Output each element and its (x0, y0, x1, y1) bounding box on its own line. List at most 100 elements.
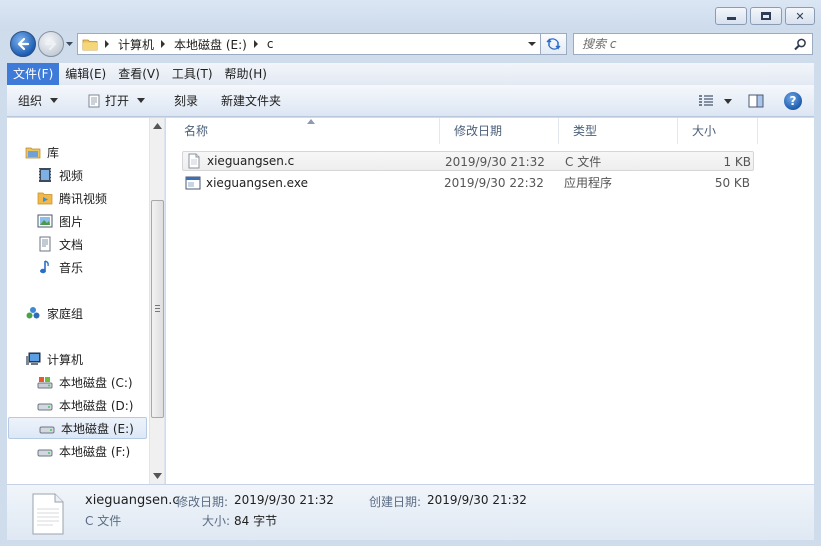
nav-item-label: 腾讯视频 (59, 191, 108, 206)
breadcrumb-chevron-right-icon[interactable] (104, 40, 110, 48)
hard-drive-icon (39, 426, 55, 434)
preview-pane-icon[interactable] (748, 94, 764, 108)
chevron-down-icon (50, 98, 59, 103)
open-label: 打开 (105, 94, 130, 108)
command-bar: 组织 打开 刻录 新建文件夹 ? (7, 85, 814, 117)
scroll-up-arrow-icon[interactable] (153, 123, 162, 129)
nav-computer[interactable]: 计算机 (7, 348, 148, 370)
breadcrumb-folder-c[interactable]: c (267, 37, 274, 51)
nav-item-music[interactable]: 音乐 (7, 256, 148, 278)
nav-drive-label: 本地磁盘 (E:) (61, 421, 134, 436)
nav-homegroup[interactable]: 家庭组 (7, 302, 148, 324)
menu-bar: 文件(F) 编辑(E) 查看(V) 工具(T) 帮助(H) (7, 63, 814, 85)
file-size: 1 KB (723, 155, 751, 169)
search-box[interactable] (573, 33, 813, 55)
burn-button[interactable]: 刻录 (154, 85, 207, 117)
nav-libraries[interactable]: 库 (7, 141, 148, 163)
title-bar: ✕ (0, 0, 821, 30)
address-history-chevron-down-icon[interactable] (528, 40, 536, 48)
computer-icon (26, 352, 41, 365)
file-modified: 2019/9/30 22:32 (444, 176, 544, 190)
scrollbar-thumb[interactable] (151, 200, 164, 418)
change-view-icon[interactable] (698, 95, 714, 107)
file-list: 名称 修改日期 类型 大小 xieguangsen.c 2019/9/30 21… (166, 118, 814, 484)
details-pane: xieguangsen.c C 文件 修改日期: 2019/9/30 21:32… (7, 484, 814, 540)
c-file-icon (188, 153, 200, 169)
details-filename: xieguangsen.c (85, 493, 180, 508)
organize-button[interactable]: 组织 (7, 85, 67, 117)
nav-item-videos[interactable]: 视频 (7, 164, 148, 186)
file-name: xieguangsen.c (207, 154, 295, 168)
hard-drive-icon (37, 403, 53, 411)
file-name: xieguangsen.exe (206, 176, 308, 190)
file-row[interactable]: xieguangsen.exe 2019/9/30 22:32 应用程序 50 … (182, 173, 754, 193)
organize-label: 组织 (18, 94, 43, 108)
breadcrumb-chevron-right-icon[interactable] (160, 40, 166, 48)
help-icon[interactable]: ? (784, 92, 802, 110)
breadcrumb-chevron-right-icon[interactable] (253, 40, 259, 48)
pictures-icon (37, 214, 53, 228)
refresh-button[interactable] (541, 33, 567, 55)
folder-icon (82, 39, 98, 51)
nav-item-documents[interactable]: 文档 (7, 233, 148, 255)
nav-item-label: 文档 (59, 237, 84, 252)
view-options-chevron-down-icon[interactable] (724, 98, 732, 104)
hard-drive-icon (37, 449, 53, 457)
menu-file[interactable]: 文件(F) (7, 63, 60, 85)
file-type: 应用程序 (564, 176, 613, 190)
close-button[interactable]: ✕ (785, 7, 815, 25)
column-name-label: 名称 (184, 124, 209, 138)
details-size-value: 84 字节 (234, 514, 278, 528)
tencent-video-folder-icon (37, 192, 53, 205)
nav-drive-label: 本地磁盘 (D:) (59, 398, 134, 413)
file-modified: 2019/9/30 21:32 (445, 155, 545, 169)
column-header-type[interactable]: 类型 (559, 118, 678, 144)
library-icon (25, 147, 41, 159)
back-arrow-icon (17, 37, 30, 51)
file-size: 50 KB (714, 176, 750, 190)
nav-drive-e[interactable]: 本地磁盘 (E:) (8, 417, 147, 439)
nav-drive-d[interactable]: 本地磁盘 (D:) (7, 394, 148, 416)
column-header-modified[interactable]: 修改日期 (440, 118, 559, 144)
column-header-size[interactable]: 大小 (678, 118, 758, 144)
nav-item-label: 图片 (59, 214, 84, 229)
search-icon[interactable] (794, 38, 807, 51)
menu-tools[interactable]: 工具(T) (166, 63, 219, 85)
nav-item-pictures[interactable]: 图片 (7, 210, 148, 232)
breadcrumb-computer[interactable]: 计算机 (118, 36, 154, 53)
back-button[interactable] (10, 31, 36, 57)
address-bar[interactable]: 计算机 本地磁盘 (E:) c (77, 33, 541, 55)
open-button[interactable]: 打开 (67, 85, 154, 117)
file-row[interactable]: xieguangsen.c 2019/9/30 21:32 C 文件 1 KB (182, 151, 754, 171)
forward-button[interactable] (38, 31, 64, 57)
open-file-icon (88, 94, 100, 107)
scroll-down-arrow-icon[interactable] (153, 473, 162, 479)
nav-drive-label: 本地磁盘 (C:) (59, 375, 133, 390)
column-type-label: 类型 (573, 124, 598, 138)
maximize-button[interactable] (750, 7, 782, 25)
details-created-value: 2019/9/30 21:32 (427, 493, 527, 507)
recent-pages-chevron-down-icon[interactable] (65, 38, 74, 50)
sort-ascending-icon (307, 119, 315, 124)
refresh-icon (545, 38, 561, 50)
search-input[interactable] (582, 37, 782, 51)
documents-icon (39, 236, 51, 252)
system-drive-icon (37, 377, 53, 389)
details-modified-value: 2019/9/30 21:32 (234, 493, 334, 507)
menu-help[interactable]: 帮助(H) (219, 63, 273, 85)
nav-drive-f[interactable]: 本地磁盘 (F:) (7, 440, 148, 462)
nav-drive-c[interactable]: 本地磁盘 (C:) (7, 371, 148, 393)
chevron-down-icon (137, 98, 146, 103)
nav-scrollbar[interactable] (149, 118, 164, 484)
new-folder-label: 新建文件夹 (221, 94, 282, 108)
column-header-name[interactable]: 名称 (170, 118, 440, 144)
minimize-button[interactable] (715, 7, 747, 25)
burn-label: 刻录 (174, 94, 199, 108)
menu-edit[interactable]: 编辑(E) (59, 63, 112, 85)
nav-item-tencent-video[interactable]: 腾讯视频 (7, 187, 148, 209)
minimize-icon (726, 17, 736, 20)
menu-view[interactable]: 查看(V) (112, 63, 166, 85)
new-folder-button[interactable]: 新建文件夹 (207, 85, 290, 117)
breadcrumb-drive-e[interactable]: 本地磁盘 (E:) (174, 36, 247, 53)
nav-drive-label: 本地磁盘 (F:) (59, 444, 131, 459)
